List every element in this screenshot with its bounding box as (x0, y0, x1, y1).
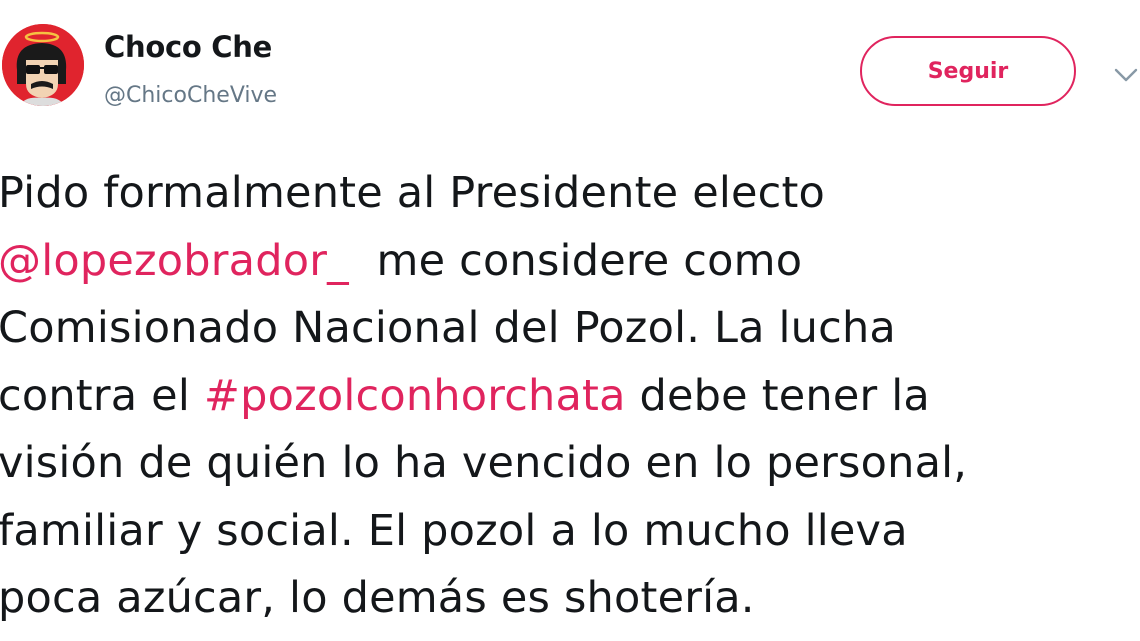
text-segment: me considere como (348, 235, 803, 286)
tweet-menu-button[interactable] (1112, 64, 1140, 86)
text-segment: debe tener la (625, 370, 930, 421)
tweet-text-line: poca azúcar, lo demás es shotería. (0, 565, 1138, 633)
avatar[interactable] (2, 24, 84, 106)
text-segment: familiar y social. El pozol a lo mucho l… (0, 505, 908, 556)
tweet-text-line: Pido formalmente al Presidente electo (0, 160, 1138, 228)
mention-link[interactable]: @lopezobrador_ (0, 236, 349, 286)
text-segment: contra el (0, 370, 204, 421)
author-handle[interactable]: @ChicoCheVive (104, 83, 277, 108)
chevron-down-icon (1114, 68, 1138, 82)
tweet-card: Choco Che @ChicoCheVive Seguir Pido form… (0, 0, 1140, 641)
text-segment: visión de quién lo ha vencido en lo pers… (0, 438, 968, 488)
tweet-text-line: familiar y social. El pozol a lo mucho l… (0, 498, 1138, 566)
text-segment: poca azúcar, lo demás es shotería. (0, 573, 755, 623)
tweet-text: Pido formalmente al Presidente electo @l… (0, 160, 1138, 633)
follow-button-label: Seguir (927, 58, 1009, 84)
hashtag-link[interactable]: #pozolconhorchata (204, 371, 626, 421)
tweet-text-line: contra el #pozolconhorchata debe tener l… (0, 363, 1138, 431)
author-name[interactable]: Choco Che (104, 30, 272, 64)
tweet-text-line: Comisionado Nacional del Pozol. La lucha (0, 295, 1138, 363)
text-segment: Comisionado Nacional del Pozol. La lucha (0, 303, 896, 353)
avatar-cartoon-icon (2, 24, 84, 106)
tweet-text-line: @lopezobrador_ me considere como (0, 228, 1138, 296)
tweet-text-line: visión de quién lo ha vencido en lo pers… (0, 430, 1138, 498)
follow-button[interactable]: Seguir (860, 36, 1076, 106)
text-segment: Pido formalmente al Presidente electo (0, 168, 826, 218)
